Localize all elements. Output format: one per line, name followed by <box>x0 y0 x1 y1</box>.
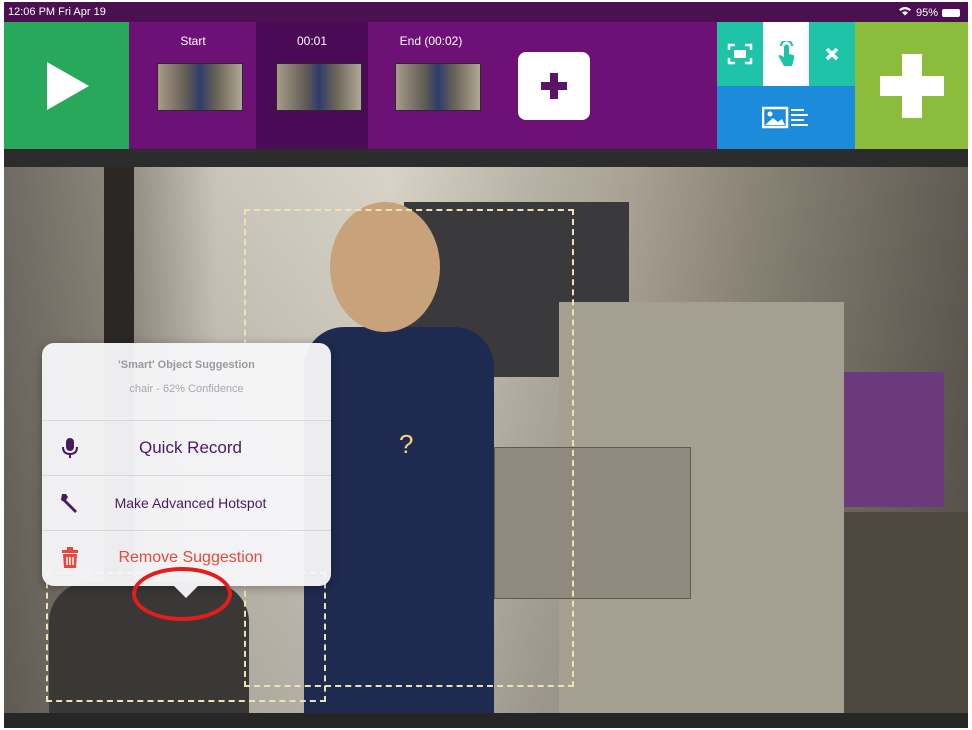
make-advanced-hotspot-label: Make Advanced Hotspot <box>114 495 267 511</box>
close-tool[interactable] <box>809 22 855 86</box>
frame-thumbnail <box>157 63 243 111</box>
status-right: 95% <box>898 6 960 19</box>
touch-tool[interactable] <box>763 22 809 86</box>
annotation-circle <box>132 567 232 621</box>
make-advanced-hotspot-button[interactable]: Make Advanced Hotspot <box>42 476 331 531</box>
frame-thumbnail <box>276 63 362 111</box>
quick-record-label: Quick Record <box>139 438 242 457</box>
select-region-icon <box>727 43 753 65</box>
remove-suggestion-label: Remove Suggestion <box>118 549 263 566</box>
hotspot-marker[interactable]: ? <box>399 429 413 460</box>
select-region-tool[interactable] <box>717 22 763 86</box>
popover-header: 'Smart' Object Suggestion chair - 62% Co… <box>42 343 331 421</box>
toolbar-divider <box>4 149 968 167</box>
close-icon <box>825 47 839 61</box>
battery-percent: 95% <box>915 6 938 19</box>
image-text-tool[interactable] <box>717 86 855 149</box>
frame-thumbnail <box>395 63 481 111</box>
popover-subtitle: chair - 62% Confidence <box>129 383 244 395</box>
popover-title: 'Smart' Object Suggestion <box>118 359 255 371</box>
timeline-frame-current[interactable]: 00:01 <box>256 22 368 149</box>
play-button[interactable] <box>4 22 129 149</box>
toolbar: Start 00:01 End (00:02) <box>4 22 968 149</box>
timeline-frame-start[interactable]: Start <box>137 22 249 149</box>
add-frame-button[interactable] <box>518 52 590 120</box>
wifi-icon <box>898 6 912 19</box>
touch-icon <box>778 41 795 66</box>
plus-icon <box>541 73 567 99</box>
add-hotspot-button[interactable] <box>855 22 968 149</box>
plus-icon <box>879 53 944 118</box>
image-text-icon <box>762 106 808 128</box>
frame-label: Start <box>180 34 206 48</box>
status-time: 12:06 PM Fri Apr 19 <box>8 6 106 18</box>
suggestion-popover: 'Smart' Object Suggestion chair - 62% Co… <box>42 343 331 586</box>
frame-label: 00:01 <box>296 34 328 48</box>
status-bar: 12:06 PM Fri Apr 19 95% <box>4 2 968 22</box>
bottom-bar <box>4 713 968 728</box>
tool-panel <box>717 22 855 149</box>
timeline-frame-end[interactable]: End (00:02) <box>375 22 487 149</box>
battery-icon <box>942 8 960 17</box>
play-icon <box>46 61 89 110</box>
quick-record-button[interactable]: Quick Record <box>42 421 331 476</box>
frame-label: End (00:02) <box>399 34 463 48</box>
app-screen: 12:06 PM Fri Apr 19 95% Start 00:01 End … <box>4 2 968 728</box>
